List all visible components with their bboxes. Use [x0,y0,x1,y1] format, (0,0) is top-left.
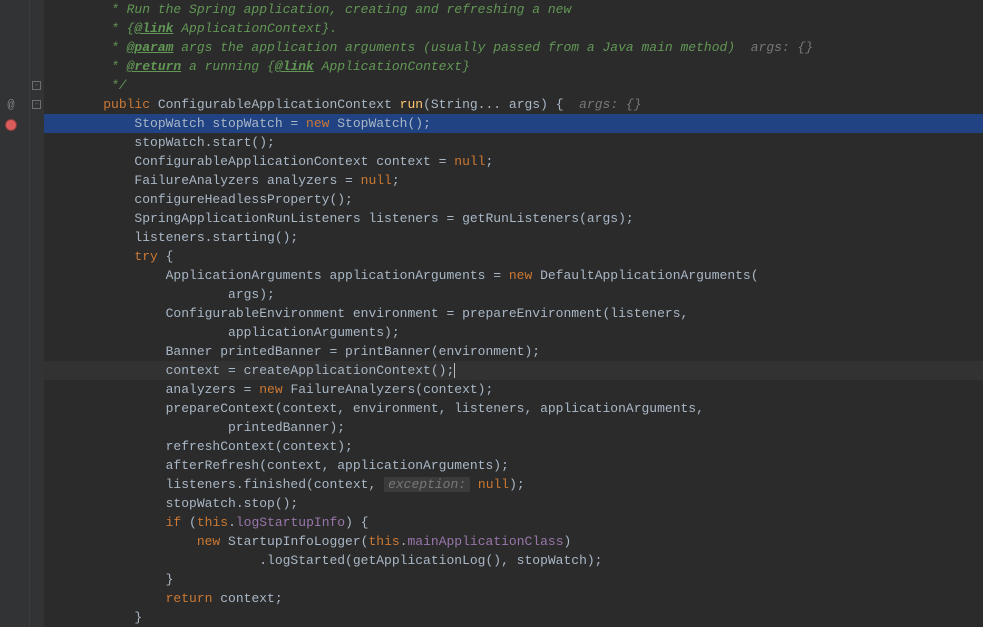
code-line-current: context = createApplicationContext(); [44,361,983,380]
code-line: Banner printedBanner = printBanner(envir… [44,342,983,361]
gutter: @ [0,0,30,627]
code-line: refreshContext(context); [44,437,983,456]
code-line: prepareContext(context, environment, lis… [44,399,983,418]
code-line: stopWatch.start(); [44,133,983,152]
fold-marker[interactable]: - [32,100,41,109]
code-line: try { [44,247,983,266]
fold-marker[interactable]: - [32,81,41,90]
code-line: * @return a running {@link ApplicationCo… [44,57,983,76]
code-line: * {@link ApplicationContext}. [44,19,983,38]
code-line: SpringApplicationRunListeners listeners … [44,209,983,228]
code-line: analyzers = new FailureAnalyzers(context… [44,380,983,399]
breakpoint-icon[interactable] [4,118,18,132]
code-line: configureHeadlessProperty(); [44,190,983,209]
code-line: stopWatch.stop(); [44,494,983,513]
code-line: } [44,608,983,627]
code-line: .logStarted(getApplicationLog(), stopWat… [44,551,983,570]
code-line: ConfigurableEnvironment environment = pr… [44,304,983,323]
code-line: printedBanner); [44,418,983,437]
code-line: new StartupInfoLogger(this.mainApplicati… [44,532,983,551]
code-line: */ [44,76,983,95]
code-line: FailureAnalyzers analyzers = null; [44,171,983,190]
code-line: public ConfigurableApplicationContext ru… [44,95,983,114]
code-line: listeners.finished(context, exception: n… [44,475,983,494]
code-line-highlighted: StopWatch stopWatch = new StopWatch(); [44,114,983,133]
code-line: ApplicationArguments applicationArgument… [44,266,983,285]
fold-column: - - [30,0,44,627]
code-line: * Run the Spring application, creating a… [44,0,983,19]
code-line: ConfigurableApplicationContext context =… [44,152,983,171]
code-line: * @param args the application arguments … [44,38,983,57]
override-marker-icon[interactable]: @ [4,98,18,112]
code-line: afterRefresh(context, applicationArgumen… [44,456,983,475]
code-line: applicationArguments); [44,323,983,342]
code-area[interactable]: * Run the Spring application, creating a… [44,0,983,627]
code-line: if (this.logStartupInfo) { [44,513,983,532]
code-line: args); [44,285,983,304]
code-line: listeners.starting(); [44,228,983,247]
code-editor[interactable]: @ - - * Run the Spring application, crea… [0,0,983,627]
code-line: return context; [44,589,983,608]
code-line: } [44,570,983,589]
